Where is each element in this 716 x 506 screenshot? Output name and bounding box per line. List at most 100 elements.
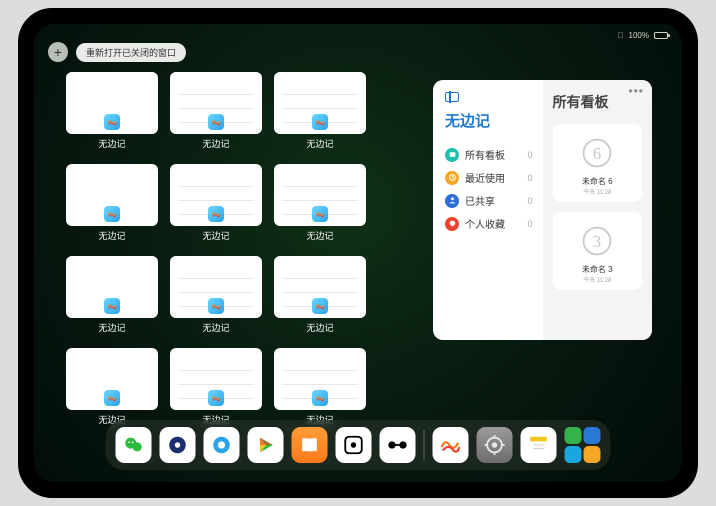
add-button[interactable]: + (48, 42, 68, 62)
panel-boards: 所有看板 6 未命名 6 今天 11:28 3 未命名 3 今天 11:28 (543, 80, 653, 340)
dock-app-notes[interactable] (521, 427, 557, 463)
thumb-label: 无边记 (306, 229, 333, 242)
board-glyph-icon: 6 (576, 132, 618, 174)
freeform-app-icon (208, 390, 224, 406)
dock-app-play-tri[interactable] (248, 427, 284, 463)
window-thumb[interactable]: 无边记 (274, 256, 366, 338)
category-count: 0 (527, 196, 532, 206)
freeform-app-icon (312, 114, 328, 130)
sidebar-toggle-icon[interactable] (445, 92, 459, 102)
category-count: 0 (527, 219, 532, 229)
panel-title: 无边记 (445, 110, 533, 131)
dock-app-books[interactable] (292, 427, 328, 463)
thumb-label: 无边记 (202, 321, 229, 334)
board-timestamp: 今天 11:28 (583, 275, 611, 284)
window-thumbnail-grid: 无边记 无边记 无边记 无边记 无边记 无边记 无边记 无边记 (66, 72, 371, 412)
thumb-label: 无边记 (306, 321, 333, 334)
dock-app-barbell[interactable] (380, 427, 416, 463)
freeform-app-icon (104, 206, 120, 222)
dock-app-dot-square[interactable] (336, 427, 372, 463)
window-thumb[interactable]: 无边记 (66, 256, 158, 338)
dock-app-freeform[interactable] (433, 427, 469, 463)
freeform-app-icon (312, 390, 328, 406)
category-icon (445, 194, 459, 208)
category-label: 最近使用 (465, 170, 521, 185)
dock-app-library[interactable] (565, 427, 601, 463)
category-count: 0 (527, 150, 532, 160)
category-icon (445, 171, 459, 185)
sidebar-item[interactable]: 最近使用 0 (445, 166, 533, 189)
window-thumb[interactable]: 无边记 (170, 256, 262, 338)
window-thumb[interactable]: 无边记 (66, 164, 158, 246)
freeform-app-icon (208, 206, 224, 222)
top-bar: + 重新打开已关闭的窗口 (48, 42, 186, 62)
thumb-preview (66, 164, 158, 226)
thumb-label: 无边记 (306, 137, 333, 150)
svg-text:6: 6 (593, 144, 601, 163)
board-tile[interactable]: 6 未命名 6 今天 11:28 (553, 124, 643, 202)
category-icon (445, 148, 459, 162)
thumb-preview (66, 72, 158, 134)
dock-app-circle-blue[interactable] (160, 427, 196, 463)
window-thumb[interactable]: 无边记 (274, 164, 366, 246)
thumb-preview (66, 348, 158, 410)
board-timestamp: 今天 11:28 (583, 187, 611, 196)
thumb-preview (170, 348, 262, 410)
category-label: 已共享 (465, 193, 521, 208)
window-thumb[interactable]: 无边记 (170, 164, 262, 246)
category-label: 所有看板 (465, 147, 521, 162)
board-glyph-icon: 3 (576, 220, 618, 262)
board-tile[interactable]: 3 未命名 3 今天 11:28 (553, 212, 643, 290)
more-icon[interactable]: ••• (628, 84, 644, 98)
thumb-label: 无边记 (202, 137, 229, 150)
window-thumb[interactable]: 无边记 (66, 72, 158, 154)
panel-sidebar: 无边记 所有看板 0 最近使用 0 已共享 0 个人收藏 0 (433, 80, 543, 340)
freeform-app-icon (312, 298, 328, 314)
ipad-frame: 􀙇 100% + 重新打开已关闭的窗口 无边记 无边记 无边记 无边记 (18, 8, 698, 498)
dock-app-settings[interactable] (477, 427, 513, 463)
thumb-label: 无边记 (98, 321, 125, 334)
window-thumb[interactable]: 无边记 (170, 348, 262, 430)
freeform-app-icon (208, 114, 224, 130)
window-thumb[interactable]: 无边记 (66, 348, 158, 430)
thumb-label: 无边记 (98, 229, 125, 242)
workspace: 无边记 无边记 无边记 无边记 无边记 无边记 无边记 无边记 (66, 72, 652, 412)
sidebar-item[interactable]: 所有看板 0 (445, 143, 533, 166)
category-count: 0 (527, 173, 532, 183)
dock-app-circle-lightblue[interactable] (204, 427, 240, 463)
window-thumb[interactable]: 无边记 (274, 72, 366, 154)
freeform-panel[interactable]: ••• 无边记 所有看板 0 最近使用 0 已共享 0 个人收藏 0 所有看板 … (433, 80, 652, 340)
thumb-label: 无边记 (98, 137, 125, 150)
freeform-app-icon (104, 114, 120, 130)
freeform-app-icon (208, 298, 224, 314)
board-name: 未命名 3 (582, 264, 613, 275)
dock-separator (424, 430, 425, 460)
window-thumb[interactable]: 无边记 (170, 72, 262, 154)
dock-app-wechat[interactable] (116, 427, 152, 463)
dock (106, 420, 611, 470)
thumb-preview (274, 256, 366, 318)
sidebar-item[interactable]: 已共享 0 (445, 189, 533, 212)
status-bar: 􀙇 100% (34, 28, 682, 42)
thumb-label: 无边记 (202, 229, 229, 242)
thumb-preview (274, 164, 366, 226)
thumb-preview (274, 348, 366, 410)
window-thumb[interactable]: 无边记 (274, 348, 366, 430)
category-icon (445, 217, 459, 231)
wifi-icon: 􀙇 (618, 31, 624, 40)
screen: 􀙇 100% + 重新打开已关闭的窗口 无边记 无边记 无边记 无边记 (34, 24, 682, 482)
svg-text:3: 3 (593, 232, 601, 251)
thumb-preview (170, 164, 262, 226)
freeform-app-icon (312, 206, 328, 222)
battery-icon (654, 32, 668, 39)
reopen-closed-button[interactable]: 重新打开已关闭的窗口 (76, 43, 186, 62)
thumb-preview (170, 72, 262, 134)
thumb-preview (170, 256, 262, 318)
freeform-app-icon (104, 298, 120, 314)
thumb-preview (66, 256, 158, 318)
sidebar-item[interactable]: 个人收藏 0 (445, 212, 533, 235)
battery-text: 100% (629, 31, 649, 40)
category-label: 个人收藏 (465, 216, 521, 231)
thumb-preview (274, 72, 366, 134)
board-name: 未命名 6 (582, 176, 613, 187)
